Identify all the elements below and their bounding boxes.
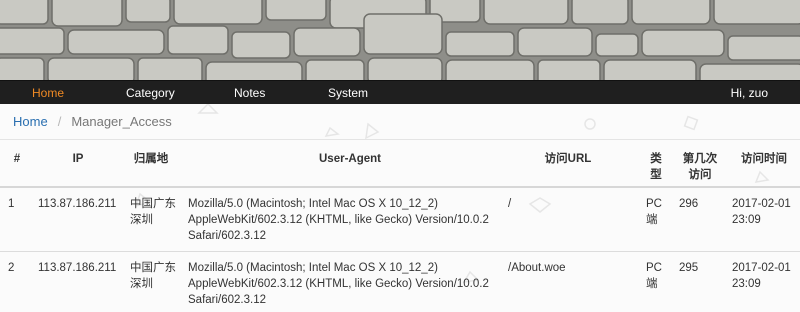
header-url: 访问URL (544, 153, 592, 165)
row-location-1: 中国广东 (130, 198, 176, 210)
row-visits: 296 (679, 198, 699, 210)
user-greeting[interactable]: Hi, zuo (731, 81, 768, 105)
header-time: 访问时间 (741, 153, 787, 165)
breadcrumb-separator: / (57, 114, 62, 129)
row-type-2: 端 (646, 214, 658, 226)
row-divider (0, 251, 800, 252)
row-ua-2: AppleWebKit/602.3.12 (KHTML, like Gecko)… (188, 214, 489, 226)
breadcrumb-divider (0, 139, 800, 140)
main-content: Home / Manager_Access # IP 归属地 User-Agent … (0, 104, 800, 312)
header-user-agent: User-Agent (319, 153, 381, 165)
header-type-2: 型 (650, 169, 662, 181)
nav-home[interactable]: Home (32, 81, 64, 105)
row-ua-1: Mozilla/5.0 (Macintosh; Intel Mac OS X 1… (188, 198, 438, 210)
stone-wall-image (0, 0, 800, 80)
breadcrumb-home-link[interactable]: Home (13, 114, 48, 129)
row-ua-3: Safari/602.3.12 (188, 230, 267, 242)
row-index: 1 (8, 198, 15, 210)
row-type-2: 端 (646, 278, 658, 290)
row-time-1: 2017-02-01 (732, 198, 791, 210)
row-location-1: 中国广东 (130, 262, 176, 274)
row-time-2: 23:09 (732, 278, 761, 290)
breadcrumb-current: Manager_Access (71, 114, 172, 129)
stone-wall-banner (0, 0, 800, 80)
header-visits-2: 访问 (688, 169, 712, 181)
nav-notes[interactable]: Notes (234, 81, 265, 105)
header-ip: IP (72, 153, 84, 165)
row-visits: 295 (679, 262, 699, 274)
row-index: 2 (8, 262, 15, 274)
header-divider (0, 186, 800, 188)
row-time-2: 23:09 (732, 214, 761, 226)
header-visits-1: 第几次 (682, 153, 718, 165)
row-type-1: PC (646, 262, 662, 274)
nav-system[interactable]: System (328, 81, 368, 105)
row-ip: 113.87.186.211 (38, 198, 117, 210)
row-location-2: 深圳 (130, 278, 153, 290)
row-ua-3: Safari/602.3.12 (188, 294, 267, 306)
header-index: # (13, 153, 21, 165)
row-url: / (508, 198, 512, 210)
row-ip: 113.87.186.211 (38, 262, 117, 274)
row-location-2: 深圳 (130, 214, 153, 226)
top-navbar: Home Category Notes System Hi, zuo (0, 80, 800, 104)
row-ua-1: Mozilla/5.0 (Macintosh; Intel Mac OS X 1… (188, 262, 438, 274)
row-time-1: 2017-02-01 (732, 262, 791, 274)
row-ua-2: AppleWebKit/602.3.12 (KHTML, like Gecko)… (188, 278, 489, 290)
breadcrumb: Home / Manager_Access (13, 113, 172, 131)
header-type-1: 类 (650, 153, 662, 165)
row-type-1: PC (646, 198, 662, 210)
header-location: 归属地 (133, 153, 169, 165)
row-url: /About.woe (508, 262, 566, 274)
nav-category[interactable]: Category (126, 81, 175, 105)
